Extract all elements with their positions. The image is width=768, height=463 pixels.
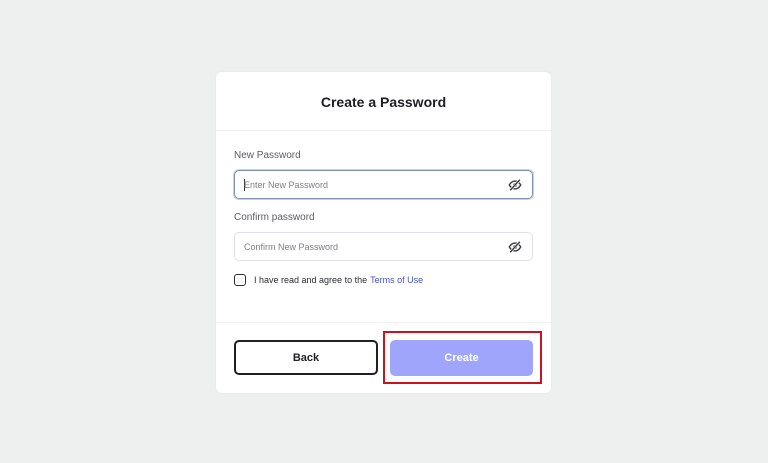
terms-of-use-link[interactable]: Terms of Use [370, 275, 423, 285]
page-title: Create a Password [320, 94, 447, 110]
terms-agreement-text: I have read and agree to the [254, 275, 368, 285]
new-password-label: New Password [234, 150, 301, 161]
footer-divider [216, 322, 551, 323]
confirm-password-label: Confirm password [234, 212, 315, 223]
eye-slash-icon[interactable] [508, 240, 522, 254]
terms-checkbox[interactable] [234, 274, 246, 286]
card-header: Create a Password [216, 72, 551, 131]
create-button[interactable]: Create [390, 340, 533, 376]
eye-slash-icon[interactable] [508, 178, 522, 192]
new-password-field-wrapper [234, 170, 533, 199]
new-password-input[interactable] [244, 171, 494, 198]
confirm-password-field-wrapper [234, 232, 533, 261]
terms-agreement-row: I have read and agree to the Terms of Us… [234, 272, 533, 288]
form-body: New Password Confirm password I have rea… [216, 150, 551, 288]
create-password-card: Create a Password New Password Confirm p… [216, 72, 551, 393]
confirm-password-input[interactable] [244, 233, 494, 260]
back-button[interactable]: Back [234, 340, 378, 375]
